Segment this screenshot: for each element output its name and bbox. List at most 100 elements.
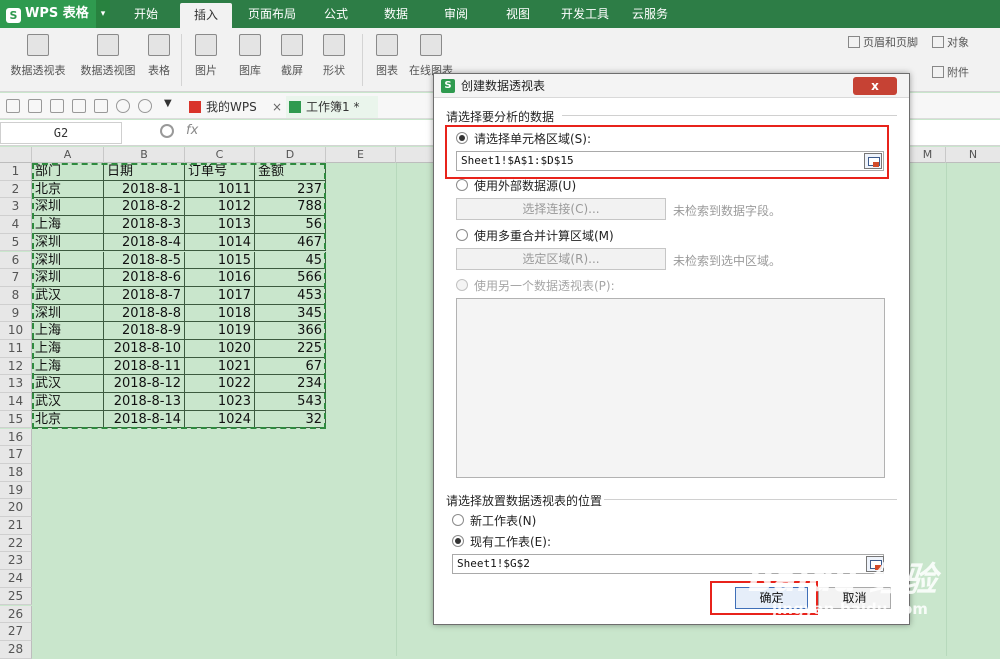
- choose-connection-button[interactable]: 选择连接(C)...: [456, 198, 666, 220]
- tab-cloud[interactable]: 云服务: [625, 0, 675, 28]
- sheet-icon: [289, 101, 301, 113]
- row-header[interactable]: 23: [0, 552, 32, 571]
- screenshot-icon: [281, 34, 303, 56]
- print-icon[interactable]: [72, 99, 86, 113]
- app-dropdown-icon[interactable]: ▾: [96, 0, 110, 28]
- create-pivot-dialog: S 创建数据透视表 x 请选择要分析的数据 请选择单元格区域(S): Sheet…: [433, 73, 910, 625]
- dialog-title-bar[interactable]: S 创建数据透视表 x: [434, 74, 909, 98]
- picture-button[interactable]: 图片: [188, 34, 224, 78]
- pivot-table-icon: [27, 34, 49, 56]
- row-header[interactable]: 15: [0, 410, 32, 429]
- row-header[interactable]: 17: [0, 446, 32, 464]
- row-header[interactable]: 24: [0, 570, 32, 588]
- shapes-button[interactable]: 形状: [316, 34, 352, 78]
- row-header[interactable]: 16: [0, 428, 32, 447]
- tab-review[interactable]: 审阅: [434, 0, 478, 28]
- pivot-chart-button[interactable]: 数据透视图: [76, 34, 140, 78]
- gallery-icon: [239, 34, 261, 56]
- object-icon: [932, 36, 944, 48]
- row-header[interactable]: 3: [0, 198, 32, 217]
- column-header-n[interactable]: N: [946, 147, 1000, 163]
- tab-page-layout[interactable]: 页面布局: [243, 0, 301, 28]
- row-header[interactable]: 13: [0, 375, 32, 394]
- app-menu-button[interactable]: S WPS 表格: [0, 0, 96, 28]
- section-source-label: 请选择要分析的数据: [446, 110, 555, 124]
- name-box[interactable]: G2: [0, 122, 122, 144]
- undo-icon[interactable]: [116, 99, 130, 113]
- baidu-watermark: Baidu 经验 jingyan.baidu.com: [748, 560, 998, 640]
- radio-new-sheet[interactable]: [452, 514, 464, 526]
- export-icon[interactable]: [50, 99, 64, 113]
- radio-external-source[interactable]: [456, 179, 468, 191]
- header-footer-button[interactable]: 页眉和页脚: [848, 34, 918, 50]
- screenshot-button[interactable]: 截屏: [274, 34, 310, 78]
- column-header-e[interactable]: E: [326, 147, 396, 163]
- column-header-m[interactable]: M: [910, 147, 946, 163]
- tab-my-wps[interactable]: 我的WPS ×: [186, 96, 282, 118]
- row-header[interactable]: 19: [0, 481, 32, 500]
- row-header[interactable]: 8: [0, 286, 32, 305]
- table-button[interactable]: 表格: [144, 34, 174, 78]
- close-icon[interactable]: ×: [272, 96, 282, 118]
- row-header[interactable]: 14: [0, 393, 32, 411]
- radio-new-sheet-label: 新工作表(N): [470, 514, 537, 528]
- range-picker-icon[interactable]: [864, 153, 882, 169]
- fx-icon[interactable]: fx: [186, 123, 198, 138]
- row-header[interactable]: 7: [0, 269, 32, 287]
- radio-existing-sheet[interactable]: [452, 535, 464, 547]
- row-header[interactable]: 18: [0, 463, 32, 482]
- column-header-d[interactable]: D: [255, 147, 326, 163]
- save-icon[interactable]: [28, 99, 42, 113]
- zoom-icon[interactable]: [160, 124, 174, 138]
- shapes-icon: [323, 34, 345, 56]
- tab-start[interactable]: 开始: [124, 0, 168, 28]
- gallery-button[interactable]: 图库: [230, 34, 270, 78]
- chevron-down-icon[interactable]: ▼: [164, 98, 178, 112]
- corner-cell[interactable]: [0, 147, 32, 163]
- row-header[interactable]: 1: [0, 163, 32, 181]
- table-label: 表格: [148, 64, 170, 77]
- column-header-a[interactable]: A: [32, 147, 104, 163]
- row-header[interactable]: 22: [0, 534, 32, 553]
- tab-view[interactable]: 视图: [496, 0, 540, 28]
- dialog-close-button[interactable]: x: [853, 77, 897, 95]
- pivot-table-button[interactable]: 数据透视表: [6, 34, 70, 78]
- cell-range-input[interactable]: Sheet1!$A$1:$D$15: [456, 151, 884, 171]
- online-chart-button[interactable]: 在线图表: [406, 34, 456, 78]
- column-header-c[interactable]: C: [185, 147, 255, 163]
- row-header[interactable]: 10: [0, 322, 32, 340]
- header-footer-icon: [848, 36, 860, 48]
- row-header[interactable]: 25: [0, 587, 32, 606]
- radio-external-source-label: 使用外部数据源(U): [474, 179, 577, 193]
- tab-workbook[interactable]: 工作簿1 *: [286, 96, 378, 118]
- row-header[interactable]: 2: [0, 180, 32, 199]
- row-header[interactable]: 12: [0, 357, 32, 376]
- open-icon[interactable]: [6, 99, 20, 113]
- tab-insert[interactable]: 插入: [180, 3, 232, 28]
- row-header[interactable]: 9: [0, 304, 32, 323]
- chart-button[interactable]: 图表: [370, 34, 404, 78]
- pivot-list-box[interactable]: [456, 298, 885, 478]
- watermark-url: jingyan.baidu.com: [772, 600, 928, 618]
- preview-icon[interactable]: [94, 99, 108, 113]
- select-region-button[interactable]: 选定区域(R)...: [456, 248, 666, 270]
- tab-data[interactable]: 数据: [374, 0, 418, 28]
- row-header[interactable]: 6: [0, 251, 32, 270]
- row-header[interactable]: 26: [0, 605, 32, 624]
- column-header-b[interactable]: B: [104, 147, 185, 163]
- tab-formula[interactable]: 公式: [314, 0, 358, 28]
- radio-consolidate[interactable]: [456, 229, 468, 241]
- tab-developer[interactable]: 开发工具: [553, 0, 617, 28]
- redo-icon[interactable]: [138, 99, 152, 113]
- row-header[interactable]: 5: [0, 233, 32, 252]
- row-header[interactable]: 4: [0, 216, 32, 234]
- object-button[interactable]: 对象: [932, 34, 969, 50]
- row-header[interactable]: 20: [0, 499, 32, 517]
- row-header[interactable]: 21: [0, 517, 32, 535]
- row-header[interactable]: 27: [0, 623, 32, 641]
- radio-other-pivot[interactable]: [456, 279, 468, 291]
- pivot-chart-label: 数据透视图: [80, 64, 136, 77]
- attachment-button[interactable]: 附件: [932, 64, 969, 80]
- radio-cell-range[interactable]: [456, 132, 468, 144]
- row-header[interactable]: 11: [0, 340, 32, 358]
